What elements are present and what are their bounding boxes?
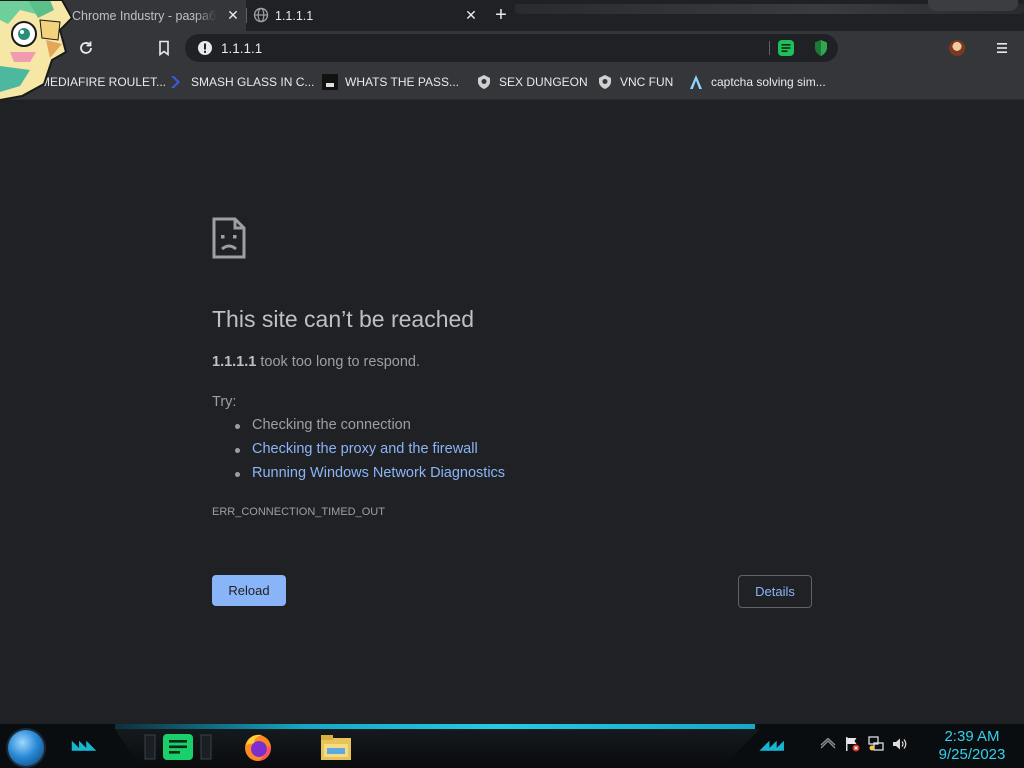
clock-date: 9/25/2023 [938,746,1006,763]
start-button[interactable] [8,730,44,766]
tab-strip: Chrome Industry - разработка ✕ 1.1.1.1 ✕… [0,0,1024,31]
address-bar-url: 1.1.1.1 [221,41,263,56]
taskbar-app-file-explorer[interactable] [315,729,357,765]
network-icon[interactable] [868,736,884,752]
error-host: 1.1.1.1 [212,354,257,370]
shield-logo-icon [478,75,490,89]
divider [769,41,770,55]
chevron-decoration-icon: ◣◣◣ [72,738,96,752]
shield-icon[interactable] [813,39,829,57]
try-label: Try: [212,394,237,410]
suggestion-network-diagnostics-link[interactable]: Running Windows Network Diagnostics [212,465,505,489]
show-desktop-icon[interactable] [820,736,836,752]
bookmark-label: SMASH GLASS IN C... [191,75,315,89]
bookmark-whats-the-pass[interactable]: WHATS THE PASS... [322,73,459,91]
anime-sticker-image [0,0,74,100]
browser-toolbar: 1.1.1.1 [0,31,1024,65]
action-center-flag-icon[interactable] [844,736,860,752]
caret-icon [690,75,702,89]
bookmark-label: VNC FUN [620,75,674,89]
details-button[interactable]: Details [738,575,812,608]
clock-time: 2:39 AM [944,728,1000,745]
suggestion-check-proxy-link[interactable]: Checking the proxy and the firewall [212,441,505,465]
info-icon[interactable] [197,40,213,56]
taskbar-app-firefox[interactable] [238,729,278,765]
taskbar-clock[interactable]: 2:39 AM 9/25/2023 [930,728,1014,764]
bookmark-button[interactable] [152,36,176,60]
error-code: ERR_CONNECTION_TIMED_OUT [212,506,385,518]
suggestion-list: Checking the connection Checking the pro… [212,417,505,489]
profile-avatar[interactable] [949,40,965,56]
reload-icon [80,41,92,54]
bookmark-label: captcha solving sim... [711,75,826,89]
chevron-decoration-icon: ◢◢◢ [760,738,784,752]
taskbar: ◣◣◣ ◢◢◢ 2:39 AM 9/25/2023 [0,724,1024,768]
bookmark-label: WHATS THE PASS... [345,75,460,89]
globe-icon [253,7,269,23]
reload-button[interactable]: Reload [212,575,286,606]
extension-chat-icon[interactable] [777,39,795,57]
menu-icon [997,43,1007,53]
volume-icon[interactable] [892,736,908,752]
taskbar-app-messenger[interactable] [142,729,214,765]
error-message: 1.1.1.1 took too long to respond. [212,354,420,370]
browser-menu-button[interactable] [990,36,1014,60]
bookmark-label: SEX DUNGEON [499,75,588,89]
shield-logo-icon [599,75,611,89]
bookmarks-bar: MEDIAFIRE ROULET... SMASH GLASS IN C... … [0,65,1024,100]
dark-square-icon [322,74,338,90]
close-icon[interactable]: ✕ [463,7,479,23]
tab-1-1-1-1[interactable]: 1.1.1.1 ✕ [246,0,490,31]
new-tab-button[interactable]: + [492,5,510,25]
file-explorer-icon [321,735,351,760]
suggestion-check-connection: Checking the connection [212,417,505,441]
bookmark-smash-glass[interactable]: SMASH GLASS IN C... [168,73,314,91]
messenger-icon [144,734,212,760]
tab-title: Chrome Industry - разработка [72,8,217,23]
close-icon[interactable]: ✕ [225,7,241,23]
bookmark-vnc-fun[interactable]: VNC FUN [597,73,673,91]
sad-page-icon [212,217,246,259]
system-tray [820,736,908,752]
error-title: This site can’t be reached [212,306,475,332]
bookmark-captcha-solving[interactable]: captcha solving sim... [688,73,826,91]
firefox-icon [245,734,271,761]
bookmark-icon [159,40,169,56]
error-description: took too long to respond. [260,354,420,370]
bracket-icon [171,76,180,88]
address-bar[interactable]: 1.1.1.1 [185,34,838,62]
bookmark-sex-dungeon[interactable]: SEX DUNGEON [476,73,588,91]
tab-title: 1.1.1.1 [275,8,314,23]
window-frame-decoration [928,0,1018,11]
